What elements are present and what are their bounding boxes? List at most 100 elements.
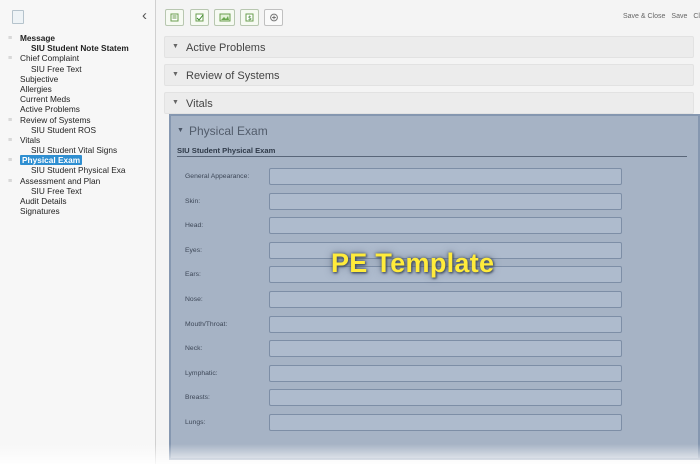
exam-row: Mouth/Throat: (171, 315, 691, 336)
collapse-sidebar-icon[interactable]: ‹ (142, 7, 147, 24)
exam-input[interactable] (269, 217, 622, 235)
exam-input[interactable] (269, 192, 622, 210)
sidebar-item[interactable]: ≡ Vitals (0, 135, 156, 145)
exam-input[interactable] (269, 364, 622, 382)
sidebar-item-label: Assessment and Plan (20, 175, 101, 186)
physical-exam-panel: ▼ Physical Exam SIU Student Physical Exa… (169, 114, 700, 460)
svg-text:$: $ (248, 15, 252, 22)
section-title: Active Problems (186, 42, 266, 54)
exam-input[interactable] (269, 315, 622, 333)
sidebar-item-label: Signatures (20, 206, 60, 217)
exam-input[interactable] (269, 291, 622, 308)
sidebar-item-label: SIU Student ROS (31, 124, 97, 135)
section-title: Review of Systems (186, 70, 280, 82)
exam-row: Neck: (171, 340, 691, 360)
field-label: Head: (185, 222, 204, 230)
expand-icon[interactable]: ≡ (8, 54, 12, 63)
field-label: General Appearance: (185, 173, 250, 180)
field-label: Breasts: (185, 394, 210, 402)
section-active-problems[interactable]: ▼ Active Problems (164, 36, 694, 58)
sidebar-item-label: Message (20, 33, 56, 43)
sidebar-item-label: Allergies (20, 83, 52, 94)
chevron-down-icon: ▼ (172, 99, 179, 106)
sidebar-item[interactable]: ≡ Message (0, 33, 156, 43)
new-note-button[interactable] (165, 9, 184, 26)
save-and-close-link[interactable]: Save & Close (623, 13, 665, 20)
chevron-down-icon: ▼ (172, 43, 179, 50)
sidebar-item[interactable]: SIU Free Text (0, 186, 156, 196)
sidebar-item[interactable]: Subjective (0, 74, 156, 84)
section-title: Vitals (186, 98, 213, 110)
field-label: Ears: (185, 271, 201, 279)
sidebar-item[interactable]: SIU Student Note Statem (0, 43, 156, 53)
exam-row: General Appearance: (171, 168, 691, 188)
sidebar-item[interactable]: SIU Free Text (0, 64, 156, 74)
sidebar-item[interactable]: SIU Student Vital Signs (0, 145, 156, 155)
physical-exam-title[interactable]: Physical Exam (189, 124, 268, 138)
sidebar-item[interactable]: Signatures (0, 206, 156, 216)
sidebar-item-label: SIU Student Vital Signs (31, 145, 118, 156)
expand-icon[interactable]: ≡ (8, 136, 12, 145)
billing-button[interactable]: $ (240, 9, 259, 26)
sidebar-item[interactable]: ≡ Physical Exam (0, 155, 156, 166)
problems-button[interactable] (190, 9, 209, 26)
sidebar-item-label: Physical Exam (20, 155, 83, 166)
expand-icon[interactable]: ≡ (8, 177, 12, 186)
overlay-caption: PE Template (331, 248, 495, 278)
sidebar-item[interactable]: Allergies (0, 84, 156, 94)
exam-row: Nose: (171, 291, 691, 311)
field-label: Eyes: (185, 246, 202, 254)
sidebar-item-label: Vitals (20, 134, 41, 145)
sidebar-item[interactable]: ≡ Assessment and Plan (0, 176, 156, 186)
sidebar-item[interactable]: Current Meds (0, 94, 156, 104)
exam-input[interactable] (269, 340, 622, 358)
exam-input[interactable] (269, 389, 622, 407)
expand-icon[interactable]: ≡ (8, 156, 12, 165)
list-check-icon (195, 13, 204, 22)
image-button[interactable] (214, 9, 235, 26)
sidebar-item[interactable]: SIU Student ROS (0, 125, 156, 135)
sidebar-item-label: Subjective (20, 73, 59, 84)
exam-row: Breasts: (171, 389, 691, 409)
sidebar-item-label: Review of Systems (20, 114, 91, 125)
sidebar-item-label: SIU Free Text (31, 185, 82, 196)
sidebar-header: ‹ (0, 0, 155, 34)
exam-input[interactable] (269, 414, 622, 431)
exam-input[interactable] (269, 168, 622, 185)
section-vitals[interactable]: ▼ Vitals (164, 92, 694, 114)
toolbar-actions: Save & Close Save Cl (617, 13, 700, 20)
exam-row: Head: (171, 217, 691, 237)
exam-row: Skin: (171, 192, 691, 213)
field-label: Skin: (185, 197, 201, 205)
sidebar-item[interactable]: ≡ Chief Complaint (0, 53, 156, 63)
sidebar-item-label: Current Meds (20, 94, 71, 105)
sidebar-item-label: SIU Student Physical Exa (31, 165, 126, 176)
note-icon (170, 13, 179, 22)
sidebar-item-label: Chief Complaint (20, 53, 80, 64)
field-label: Nose: (185, 296, 203, 303)
template-name: SIU Student Physical Exam (177, 146, 276, 155)
chevron-down-icon[interactable]: ▼ (177, 127, 184, 134)
note-sidebar: ‹ ≡ Message SIU Student Note Statem ≡ Chief … (0, 0, 156, 464)
expand-icon[interactable]: ≡ (8, 34, 12, 43)
sidebar-item-label: SIU Student Note Statem (31, 43, 129, 54)
close-link[interactable]: Cl (693, 13, 700, 20)
toolbar: $ Save & Close Save Cl (156, 0, 700, 34)
divider (177, 156, 687, 157)
add-button[interactable] (264, 9, 283, 26)
document-icon (12, 10, 24, 24)
sidebar-item[interactable]: Audit Details (0, 196, 156, 206)
sidebar-item[interactable]: ≡ Review of Systems (0, 115, 156, 125)
sidebar-item[interactable]: SIU Student Physical Exa (0, 165, 156, 175)
exam-row: Lymphatic: (171, 364, 691, 385)
image-icon (219, 13, 231, 22)
main-content: $ Save & Close Save Cl ▼ Active Problems ▼… (156, 0, 700, 464)
field-label: Lungs: (185, 419, 206, 426)
section-review-of-systems[interactable]: ▼ Review of Systems (164, 64, 694, 86)
field-label: Mouth/Throat: (185, 320, 228, 328)
expand-icon[interactable]: ≡ (8, 116, 12, 125)
sidebar-item-label: Active Problems (20, 104, 80, 115)
sidebar-item[interactable]: Active Problems (0, 104, 156, 114)
save-link[interactable]: Save (671, 13, 687, 20)
dollar-icon: $ (245, 13, 254, 22)
